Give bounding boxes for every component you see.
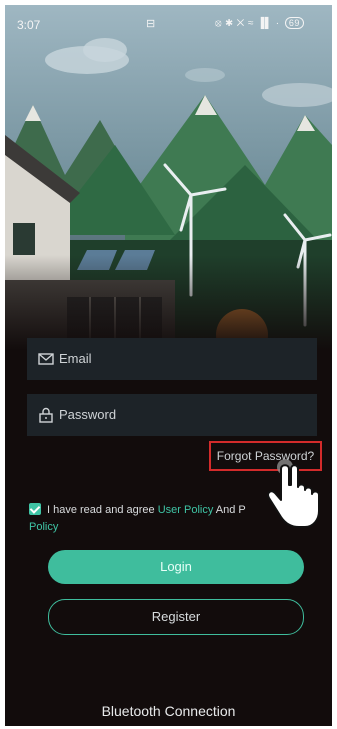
policy-agreement: I have read and agree User Policy And P … — [29, 502, 299, 536]
user-policy-link[interactable]: User Policy — [158, 504, 214, 516]
status-icons-text: ⦻ ✱ ✕ ≈ ▐▌ · — [215, 18, 283, 29]
mail-icon — [38, 353, 54, 365]
hero-landscape-illustration — [5, 5, 332, 350]
agree-and: And P — [213, 504, 246, 516]
register-button[interactable]: Register — [48, 599, 304, 635]
email-placeholder: Email — [59, 351, 92, 366]
status-bar: 3:07 ⊟ ⦻ ✱ ✕ ≈ ▐▌ · 69 — [5, 5, 332, 45]
privacy-policy-link[interactable]: Policy — [29, 521, 58, 533]
agree-prefix: I have read and agree — [47, 504, 158, 516]
status-time: 3:07 — [17, 18, 41, 32]
password-field[interactable]: Password — [27, 394, 317, 436]
status-icons: ⦻ ✱ ✕ ≈ ▐▌ · 69 — [215, 17, 304, 29]
bluetooth-connection-link[interactable]: Bluetooth Connection — [0, 703, 337, 719]
battery-icon: 69 — [284, 17, 304, 29]
lock-icon — [39, 407, 53, 423]
password-placeholder: Password — [59, 407, 117, 422]
notification-icon: ⊟ — [146, 18, 156, 30]
checkbox-checked-icon[interactable] — [29, 503, 41, 515]
email-field[interactable]: Email — [27, 338, 317, 380]
phone-screen: 3:07 ⊟ ⦻ ✱ ✕ ≈ ▐▌ · 69 Email Password Fo… — [5, 5, 332, 726]
pointer-hand-icon — [267, 459, 320, 528]
login-button[interactable]: Login — [48, 550, 304, 584]
